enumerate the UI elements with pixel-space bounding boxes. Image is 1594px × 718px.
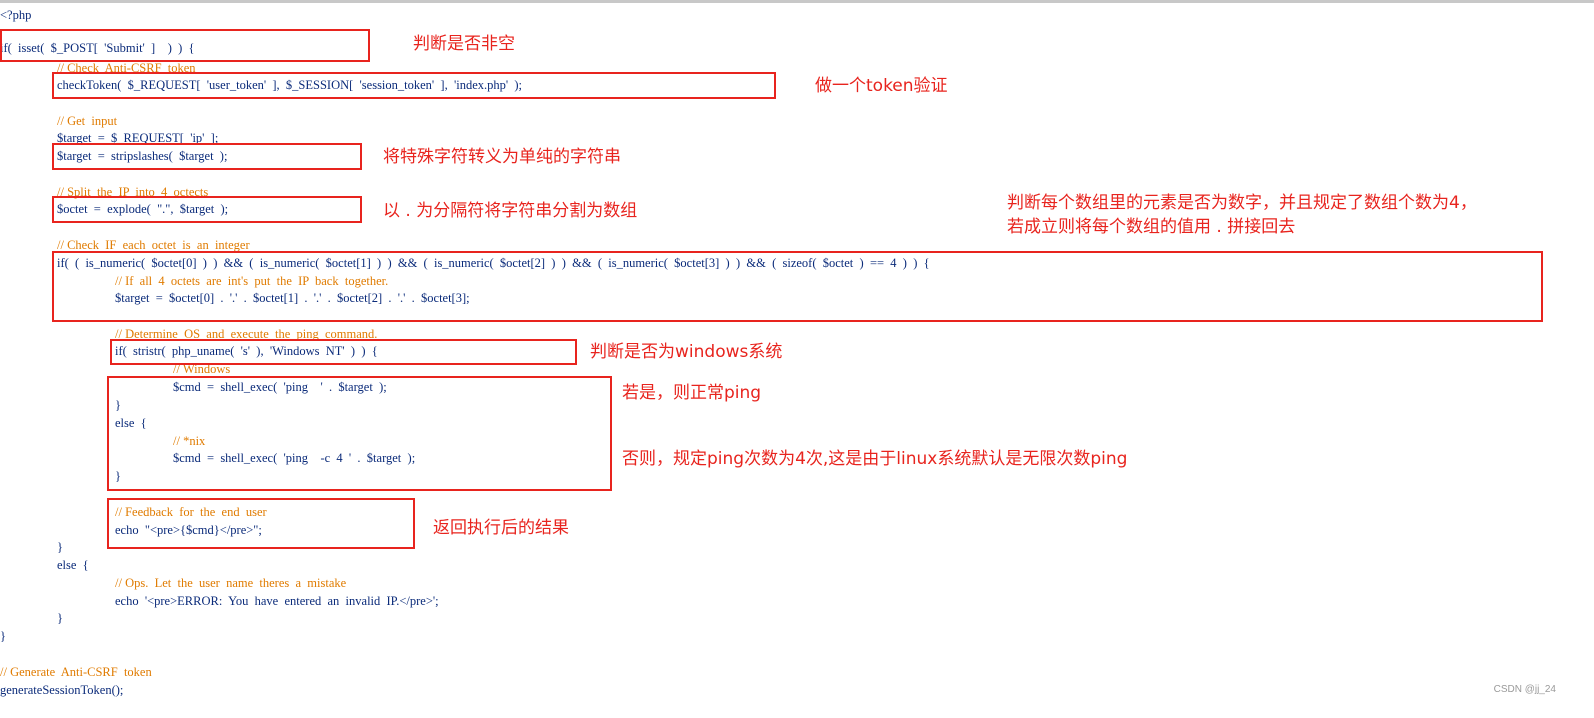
code-line-else-2: else { [57,558,89,572]
highlight-box-is-numeric [52,251,1543,322]
code-line-echo-error: echo '<pre>ERROR: You have entered an in… [115,594,439,608]
highlight-box-feedback [107,498,415,549]
top-divider [0,0,1594,3]
highlight-box-shell-exec [107,376,612,491]
code-annotation-screenshot: <?php if( isset( $_POST[ 'Submit' ] ) ) … [0,0,1594,718]
annotation-windows-check: 判断是否为windows系统 [590,342,783,362]
annotation-nix-ping: 否则，规定ping次数为4次,这是由于linux系统默认是无限次数ping [622,449,1128,469]
annotation-numeric-line2: 若成立则将每个数组的值用 . 拼接回去 [1007,217,1296,237]
highlight-box-isset [0,29,370,62]
csdn-watermark: CSDN @jj_24 [1493,684,1556,695]
code-line-generate-token: generateSessionToken(); [0,683,124,697]
annotation-numeric-line1: 判断每个数组里的元素是否为数字，并且规定了数组个数为4， [1007,193,1477,213]
annotation-not-empty: 判断是否非空 [413,34,515,54]
highlight-box-checktoken [52,72,776,99]
highlight-box-explode [52,196,362,223]
code-comment-ops: // Ops. Let the user name theres a mista… [115,576,347,590]
annotation-token-check: 做一个token验证 [815,76,948,96]
annotation-feedback: 返回执行后的结果 [433,518,569,538]
code-line-brace-close-4: } [57,611,63,625]
annotation-strip: 将特殊字符转义为单纯的字符串 [383,147,621,167]
code-line-brace-close-5: } [0,629,6,643]
code-line-brace-close-3: } [57,540,63,554]
code-line-php-open: <?php [0,8,32,22]
code-comment-get-input: // Get input [57,114,118,128]
annotation-windows-ping: 若是，则正常ping [622,383,762,403]
highlight-box-stristr [110,339,577,365]
code-comment-generate-token: // Generate Anti-CSRF token [0,665,152,679]
annotation-explode: 以 . 为分隔符将字符串分割为数组 [383,201,638,221]
highlight-box-stripslashes [52,143,362,170]
